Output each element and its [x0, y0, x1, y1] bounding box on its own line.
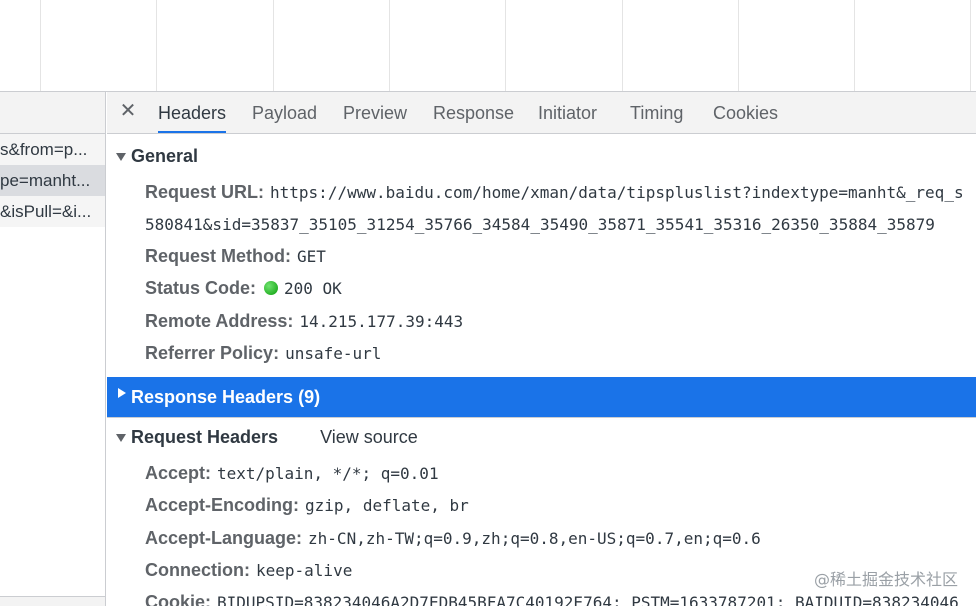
- timeline-gridline: [738, 0, 739, 91]
- tab-initiator[interactable]: Initiator: [538, 92, 597, 134]
- tab-timing[interactable]: Timing: [630, 92, 683, 134]
- collapsed-triangle-icon: [118, 388, 126, 398]
- watermark: @稀土掘金技术社区: [813, 570, 958, 589]
- status-ok-icon: [264, 281, 279, 295]
- request-list: s&from=p... pe=manht... &isPull=&i...: [0, 92, 106, 606]
- accept-language-key: Accept-Language:: [145, 528, 303, 548]
- request-url-key: Request URL:: [145, 182, 265, 202]
- timeline-gridline: [970, 0, 971, 91]
- request-list-footer: [0, 596, 105, 606]
- request-row-selected[interactable]: pe=manht...: [0, 165, 105, 196]
- timeline-gridline: [40, 0, 41, 91]
- accept-encoding-value: gzip, deflate, br: [305, 496, 469, 515]
- status-code-row: Status Code: 200 OK: [145, 272, 342, 304]
- request-method-row: Request Method: GET: [145, 240, 326, 272]
- accept-encoding-key: Accept-Encoding:: [145, 495, 300, 515]
- remote-address-row: Remote Address: 14.215.177.39:443: [145, 305, 463, 337]
- cookie-value: BIDUPSID=838234046A2D7EDB45BFA7C40192E76…: [217, 593, 959, 606]
- accept-encoding-row: Accept-Encoding: gzip, deflate, br: [145, 489, 469, 521]
- timeline-gridline: [156, 0, 157, 91]
- cookie-key: Cookie:: [145, 592, 212, 606]
- tab-response[interactable]: Response: [433, 92, 514, 134]
- remote-address-value: 14.215.177.39:443: [299, 312, 464, 331]
- timeline-gridline: [854, 0, 855, 91]
- accept-row: Accept: text/plain, */*; q=0.01: [145, 457, 439, 489]
- tab-cookies[interactable]: Cookies: [713, 92, 778, 134]
- close-icon[interactable]: ✕: [119, 100, 137, 122]
- tab-headers[interactable]: Headers: [158, 92, 227, 133]
- response-headers-section-header[interactable]: Response Headers (9): [107, 377, 976, 417]
- timeline-gridline: [622, 0, 623, 91]
- status-code-key: Status Code:: [145, 278, 257, 298]
- expand-triangle-icon: [116, 434, 126, 442]
- view-source-link[interactable]: View source: [320, 427, 418, 447]
- request-detail-panel: ✕ Headers Payload Preview Response Initi…: [107, 92, 976, 606]
- detail-tabbar: ✕ Headers Payload Preview Response Initi…: [107, 92, 976, 134]
- request-url-value-continued: 580841&sid=35837_35105_31254_35766_34584…: [145, 215, 935, 234]
- accept-language-value: zh-CN,zh-TW;q=0.9,zh;q=0.8,en-US;q=0.7,e…: [308, 529, 761, 548]
- accept-value: text/plain, */*; q=0.01: [217, 464, 439, 483]
- request-method-key: Request Method:: [145, 246, 291, 266]
- connection-row: Connection: keep-alive: [145, 554, 352, 586]
- referrer-policy-value: unsafe-url: [285, 344, 382, 363]
- request-method-value: GET: [297, 247, 326, 266]
- referrer-policy-row: Referrer Policy: unsafe-url: [145, 337, 381, 369]
- expand-triangle-icon: [116, 153, 126, 161]
- request-url-row: Request URL: https://www.baidu.com/home/x…: [145, 176, 964, 208]
- request-headers-title: Request Headers: [131, 427, 279, 447]
- remote-address-key: Remote Address:: [145, 311, 294, 331]
- general-title: General: [131, 146, 199, 166]
- timeline-gridline: [273, 0, 274, 91]
- request-row[interactable]: s&from=p...: [0, 134, 105, 165]
- timeline-gridline: [505, 0, 506, 91]
- referrer-policy-key: Referrer Policy:: [145, 343, 280, 363]
- tab-payload[interactable]: Payload: [252, 92, 317, 134]
- request-row[interactable]: &isPull=&i...: [0, 196, 105, 227]
- general-section-header[interactable]: General: [107, 140, 198, 172]
- request-url-row-continued: 580841&sid=35837_35105_31254_35766_34584…: [145, 208, 935, 240]
- connection-value: keep-alive: [256, 561, 353, 580]
- request-headers-section-header[interactable]: Request Headers View source: [107, 421, 418, 453]
- section-divider: [107, 417, 976, 418]
- tab-preview[interactable]: Preview: [343, 92, 407, 134]
- response-headers-title: Response Headers (9): [131, 387, 321, 407]
- request-list-header: [0, 92, 105, 134]
- connection-key: Connection:: [145, 560, 250, 580]
- timeline-gridline: [389, 0, 390, 91]
- status-code-value: 200 OK: [284, 279, 342, 298]
- waterfall-timeline: [0, 0, 976, 92]
- request-url-value: https://www.baidu.com/home/xman/data/tip…: [270, 183, 964, 202]
- accept-key: Accept:: [145, 463, 212, 483]
- accept-language-row: Accept-Language: zh-CN,zh-TW;q=0.9,zh;q=0…: [145, 522, 761, 554]
